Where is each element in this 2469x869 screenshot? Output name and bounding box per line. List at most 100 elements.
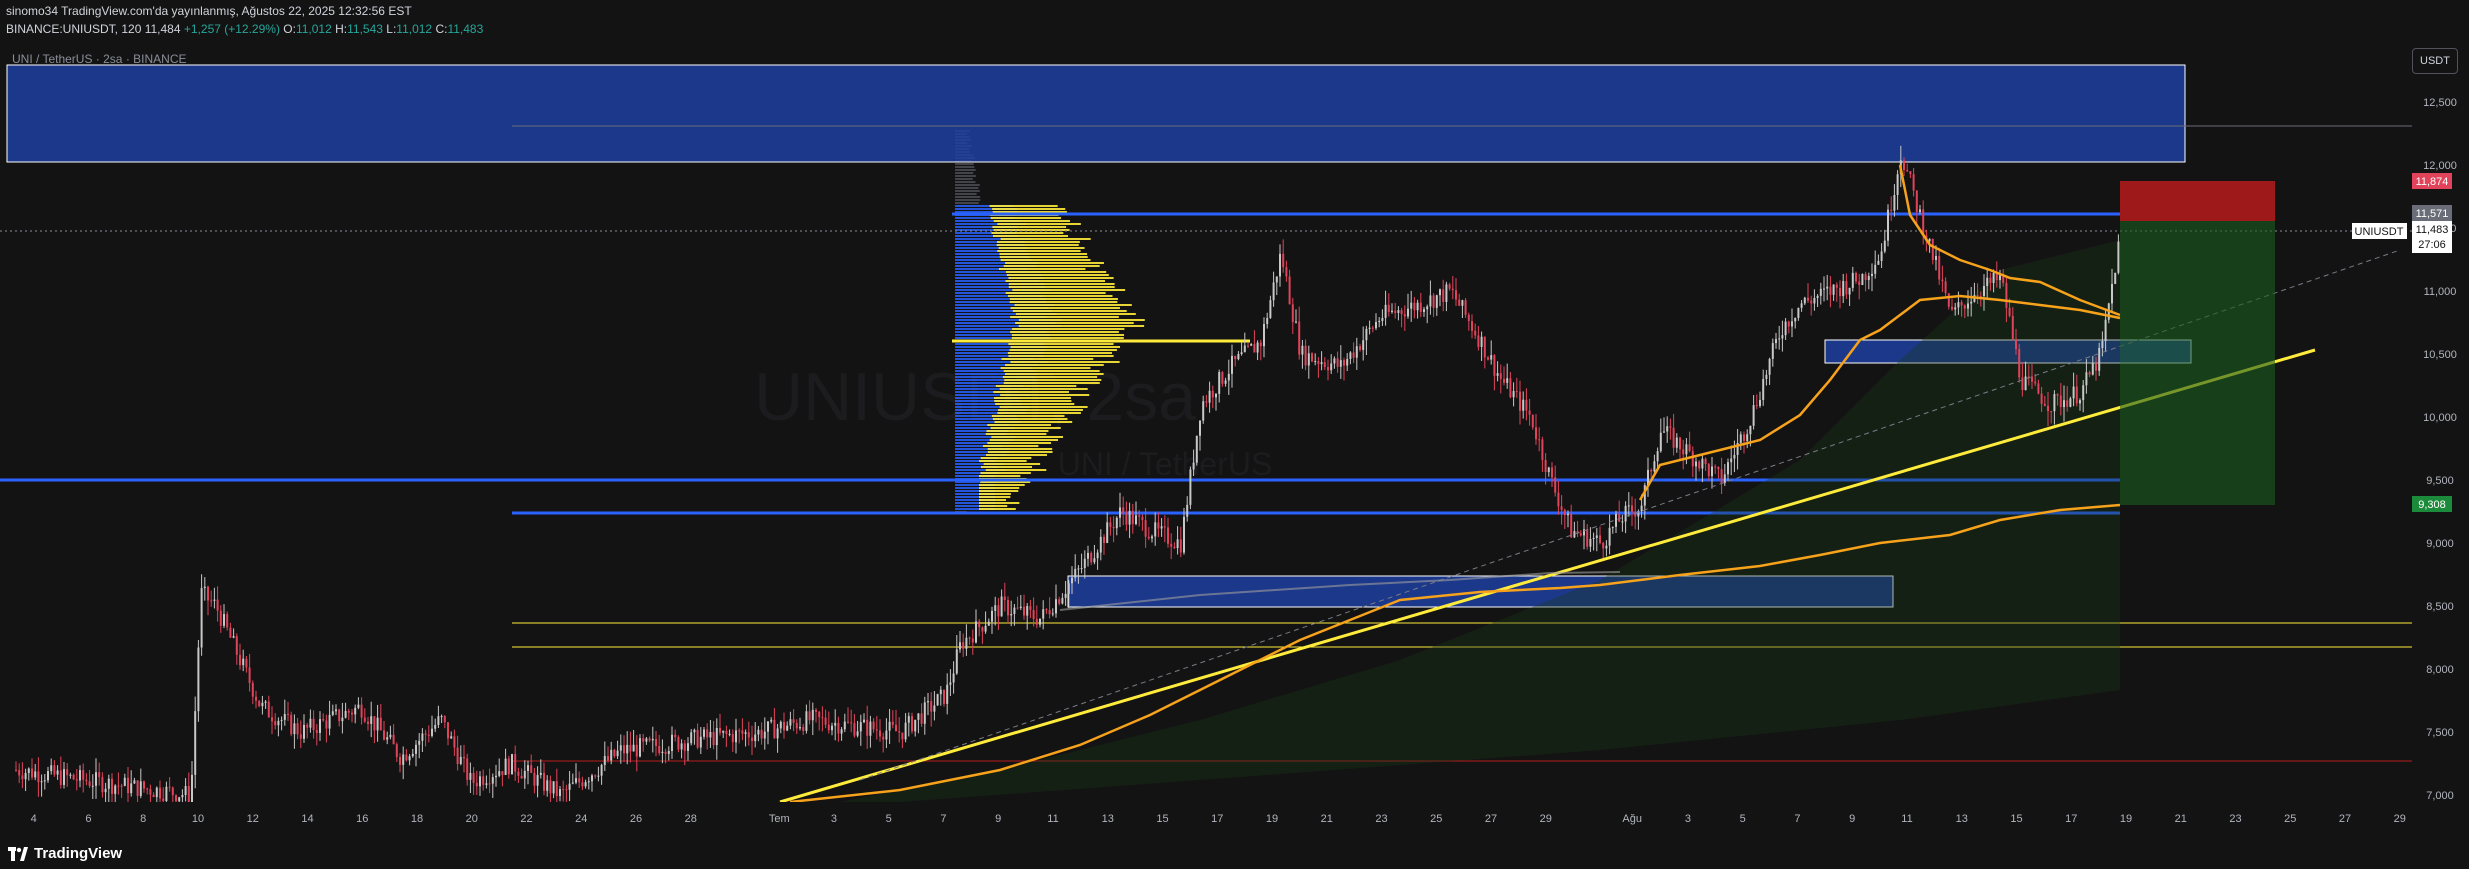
candle-body [1301,345,1304,355]
candle-body [1547,467,1550,473]
candle-body [1106,522,1109,544]
currency-button[interactable]: USDT [2412,48,2458,74]
candle-body [837,722,840,734]
candle-body [453,736,456,748]
candle-body [1515,391,1518,393]
candle-body [1499,373,1502,379]
candle-body [1752,405,1755,426]
candle-body [507,758,510,775]
price-tick-label: 10,000 [2423,412,2457,424]
time-tick-label: 11 [1901,813,1912,825]
candle-body [738,730,741,732]
chart-legend-title[interactable]: UNI / TetherUS · 2sa · BINANCE [12,52,187,66]
tradingview-logo[interactable]: TradingView [8,845,122,862]
candle-body [277,720,280,726]
candle-body [1819,288,1822,296]
candle-body [223,614,225,626]
candle-body [850,722,853,724]
vp-row-front [1012,289,1126,291]
vp-row-front [987,442,1052,444]
candle-body [2104,319,2107,342]
candle-body [1138,515,1141,517]
candle-body [1759,399,1761,406]
candle-body [677,737,680,750]
vp-row-front [1010,331,1119,333]
candle-body [1816,295,1819,298]
candle-body [664,751,667,754]
candle-body [479,776,481,787]
candle-body [347,710,350,713]
candle-body [1013,607,1016,614]
candle-body [731,733,734,743]
candle-body [2043,403,2046,406]
candle-body [827,724,830,731]
time-tick-label: 17 [2065,813,2077,825]
candle-body [1234,355,1237,360]
candle-body [1928,238,1931,242]
candle-body [1679,437,1681,450]
candle-body [1970,301,1973,304]
candle-body [1845,281,1848,295]
vp-row-front [1005,262,1104,264]
candle-body [1621,521,1624,523]
vp-row-back [955,169,976,171]
candle-body [690,732,693,744]
candle-body [1592,538,1595,540]
candle-body [143,781,145,789]
vp-row-front [1010,361,1120,363]
vp-row-front [994,400,1072,402]
candle-body [1243,345,1246,353]
price-chart[interactable]: UNIUSDT, 2sa UNI / TetherUS 12,50012,000… [0,0,2469,869]
candle-body [1211,390,1214,398]
candle-body [415,744,417,754]
candle-body [357,704,360,708]
candle-body [2117,241,2120,273]
candle-body [2034,381,2037,384]
candle-body [981,627,984,632]
position-target-area[interactable] [2120,221,2275,505]
candle-body [207,586,209,601]
candle-body [1026,606,1029,616]
candle-body [1067,583,1070,594]
candle-body [747,732,750,738]
vp-row-front [1009,298,1118,300]
candle-body [367,721,369,724]
candle-body [1339,360,1342,367]
vp-row-front [1003,265,1100,267]
candle-body [325,720,328,729]
time-axis[interactable]: 4 6 8 10 12 14 16 18 20 22 24 26 28 Tem 3 5 7 9 11 13 15 17 19… [0,802,2469,835]
candle-body [1000,596,1003,617]
candle-body [56,770,59,775]
candle-body [2079,400,2081,404]
candle-body [1771,343,1774,359]
candle-body [34,771,37,778]
candle-body [1410,302,1413,309]
candle-body [69,774,72,776]
time-tick-label: 25 [1430,813,1442,825]
candle-body [891,721,894,725]
vp-row-front [995,385,1077,387]
candle-body [613,749,616,757]
vp-row-back [955,178,973,180]
price-axis[interactable]: 12,50012,00011,50011,00010,50010,0009,50… [2412,42,2469,802]
price-tick-label: 9,500 [2426,475,2454,487]
time-tick-label: 5 [1740,813,1746,825]
candle-body [616,750,619,757]
candle-body [1659,432,1662,452]
candle-body [1285,267,1288,277]
vp-row-front [979,502,1020,504]
candle-body [475,782,478,787]
candle-body [1823,288,1825,290]
candle-body [1128,510,1131,525]
candle-body [917,713,920,720]
position-stop-area[interactable] [2120,181,2275,221]
candle-body [287,713,289,715]
svg-text:11,874: 11,874 [2416,176,2449,188]
candle-body [1109,522,1112,527]
supply-zone-top[interactable] [6,64,2186,163]
candle-body [1826,286,1829,289]
candle-body [805,711,808,731]
candle-body [795,722,798,729]
vp-row-front [1000,367,1091,369]
candle-body [232,636,235,638]
